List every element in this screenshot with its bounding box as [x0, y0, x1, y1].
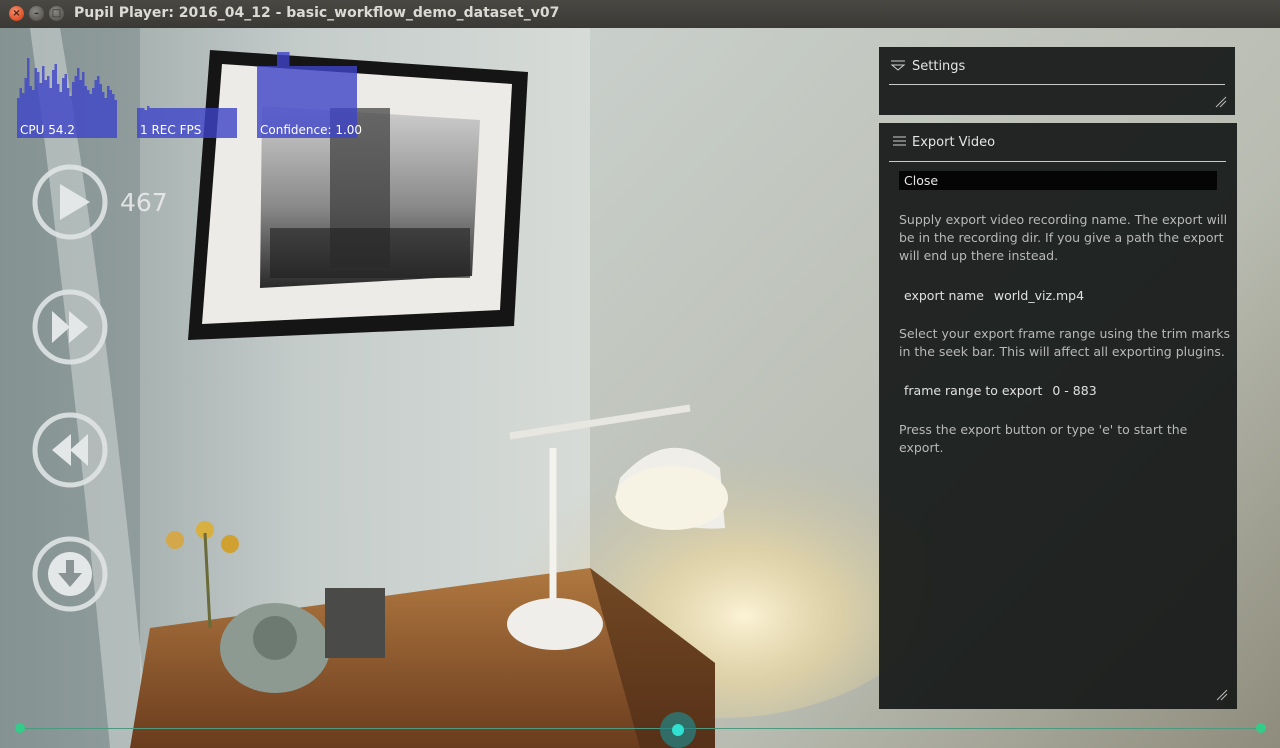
close-icon: × — [12, 8, 21, 19]
export-video-panel: Export Video Close Supply export video r… — [879, 123, 1237, 709]
graph-bar — [217, 108, 220, 138]
export-panel-title: Export Video — [912, 135, 996, 150]
world-video-view[interactable]: CPU 54.2 1 REC FPS Confidence: 1.00 467 — [0, 28, 1280, 748]
graph-bar — [87, 90, 90, 138]
trim-mark-start[interactable] — [15, 723, 25, 733]
graph-bar — [107, 86, 110, 138]
export-name-label: export name — [904, 288, 984, 303]
forward-button[interactable] — [32, 289, 108, 365]
graph-bar — [84, 86, 87, 138]
graph-bar — [209, 108, 212, 138]
minimize-icon: – — [34, 8, 39, 19]
export-button[interactable] — [32, 536, 108, 612]
settings-panel-title: Settings — [912, 59, 966, 74]
export-divider — [889, 161, 1226, 162]
frame-range-field[interactable]: frame range to export 0 - 883 — [904, 383, 1097, 398]
export-name-value[interactable]: world_viz.mp4 — [994, 288, 1084, 303]
export-start-info: Press the export button or type 'e' to s… — [899, 422, 1188, 455]
graph-bar — [94, 80, 97, 138]
current-frame-number: 467 — [120, 188, 168, 217]
export-name-field[interactable]: export name world_viz.mp4 — [904, 288, 1084, 303]
download-icon — [32, 536, 108, 612]
graph-bar — [207, 108, 210, 138]
settings-panel: Settings — [879, 47, 1235, 115]
frame-range-info: Select your export frame range using the… — [899, 326, 1231, 359]
window-title: Pupil Player: 2016_04_12 - basic_workflo… — [74, 5, 560, 21]
seek-bar[interactable] — [20, 728, 1262, 729]
close-button-label: Close — [904, 173, 939, 188]
window-minimize-button[interactable]: – — [29, 6, 44, 21]
fps-graph-label: 1 REC FPS — [140, 123, 202, 137]
play-icon — [32, 164, 108, 240]
rewind-icon — [32, 412, 108, 488]
seek-handle[interactable] — [660, 712, 697, 748]
export-name-info: Supply export video recording name. The … — [899, 212, 1228, 263]
graph-bar — [109, 90, 112, 138]
graph-bar — [92, 88, 95, 138]
collapse-menu-icon[interactable] — [891, 59, 907, 73]
graph-bar — [214, 108, 217, 138]
graph-bar — [212, 108, 215, 138]
cpu-graph-label: CPU 54.2 — [20, 123, 75, 137]
graph-bar — [219, 108, 222, 138]
maximize-icon: □ — [51, 8, 62, 19]
graph-bar — [227, 108, 230, 138]
graph-bar — [234, 108, 237, 138]
graph-bar — [112, 94, 115, 138]
graph-bar — [224, 108, 227, 138]
resize-grip-icon[interactable] — [1216, 689, 1228, 701]
graph-bar — [97, 76, 100, 138]
graph-bar — [79, 80, 82, 138]
title-bar: × – □ Pupil Player: 2016_04_12 - basic_w… — [0, 0, 1280, 29]
graph-bar — [99, 84, 102, 138]
close-button[interactable]: Close — [899, 171, 1217, 190]
graph-bar — [102, 92, 105, 138]
settings-divider — [889, 84, 1225, 85]
seek-handle-center — [672, 724, 685, 736]
graph-bar — [229, 108, 232, 138]
fast-forward-icon — [32, 289, 108, 365]
window-close-button[interactable]: × — [9, 6, 24, 21]
graph-bar — [82, 72, 85, 138]
graph-bar — [77, 68, 80, 138]
confidence-graph-label: Confidence: 1.00 — [260, 123, 363, 137]
graph-bar — [204, 108, 207, 138]
frame-range-label: frame range to export — [904, 383, 1043, 398]
graph-bar — [114, 100, 117, 138]
graph-bar — [202, 108, 205, 138]
resize-grip-icon[interactable] — [1215, 96, 1227, 108]
backward-button[interactable] — [32, 412, 108, 488]
trim-mark-end[interactable] — [1256, 723, 1266, 733]
menu-icon[interactable] — [893, 136, 907, 148]
graph-bar — [104, 98, 107, 138]
frame-range-value[interactable]: 0 - 883 — [1052, 383, 1096, 398]
play-button[interactable] — [32, 164, 108, 240]
graph-bar — [89, 94, 92, 138]
graph-bar — [222, 108, 225, 138]
window-maximize-button[interactable]: □ — [49, 6, 64, 21]
graph-bar — [232, 108, 235, 138]
